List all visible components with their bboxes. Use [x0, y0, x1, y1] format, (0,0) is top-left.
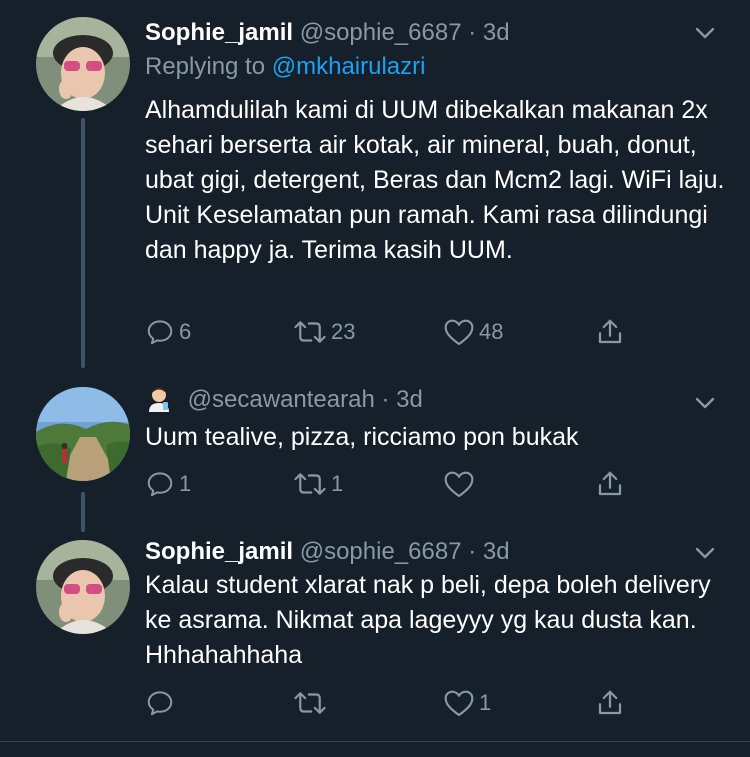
like-button[interactable]: 48	[443, 315, 503, 349]
timestamp[interactable]: 3d	[483, 19, 510, 46]
share-button[interactable]	[595, 315, 625, 349]
retweet-icon	[294, 321, 326, 343]
like-count: 1	[479, 690, 492, 715]
share-button[interactable]	[595, 467, 625, 501]
share-button[interactable]	[595, 686, 625, 720]
reply-button[interactable]	[145, 686, 179, 720]
separator-dot: ·	[468, 19, 477, 46]
like-count: 48	[479, 319, 504, 344]
timestamp[interactable]: 3d	[483, 538, 510, 565]
retweet-icon	[294, 692, 326, 714]
tweet[interactable]: Sophie_jamil @sophie_6687 · 3d Kalau stu…	[0, 538, 750, 728]
reply-button[interactable]: 1	[145, 467, 191, 501]
tweet-actions: 6 23 48	[145, 315, 645, 349]
chevron-down-icon[interactable]	[692, 390, 718, 416]
separator-dot: ·	[468, 538, 477, 565]
retweet-button[interactable]: 1	[293, 467, 343, 501]
retweet-count: 23	[331, 319, 356, 344]
share-icon	[598, 690, 622, 715]
avatar[interactable]	[36, 387, 130, 481]
reply-icon	[147, 472, 173, 497]
avatar[interactable]	[36, 540, 130, 634]
retweet-count: 1	[331, 471, 344, 496]
tweet-text: Kalau student xlarat nak p beli, depa bo…	[145, 571, 711, 669]
display-name[interactable]: Sophie_jamil	[145, 19, 293, 46]
tweet[interactable]: Sophie_jamil @sophie_6687 · 3d Replying …	[0, 15, 750, 360]
avatar[interactable]	[36, 17, 130, 111]
tweet-header: Sophie_jamil @sophie_6687 · 3d	[145, 532, 510, 572]
share-icon	[598, 319, 622, 344]
user-handle[interactable]: @sophie_6687	[300, 538, 462, 565]
separator-dot: ·	[381, 386, 390, 413]
user-handle[interactable]: @secawantearah	[188, 386, 375, 413]
divider	[0, 741, 750, 742]
tweet-text: Uum tealive, pizza, ricciamo pon bukak	[145, 423, 579, 451]
tweet-actions: 1 1	[145, 467, 645, 501]
share-icon	[598, 471, 622, 496]
replying-to-label: Replying to	[145, 53, 266, 80]
tweet-actions: 1	[145, 686, 645, 720]
heart-icon	[444, 319, 474, 346]
emoji-avatar-icon	[145, 384, 173, 412]
tweet-header: @secawantearah · 3d	[145, 380, 423, 420]
reply-count: 1	[179, 471, 192, 496]
timestamp[interactable]: 3d	[396, 386, 423, 413]
reply-icon	[147, 320, 173, 345]
retweet-button[interactable]: 23	[293, 315, 355, 349]
heart-icon	[444, 690, 474, 717]
mention-link[interactable]: @mkhairulazri	[272, 53, 426, 80]
tweet-text: Alhamdulilah kami di UUM dibekalkan maka…	[145, 96, 725, 264]
chevron-down-icon[interactable]	[692, 540, 718, 566]
reply-count: 6	[179, 319, 192, 344]
tweet-header: Sophie_jamil @sophie_6687 · 3d	[145, 13, 510, 53]
replying-to: Replying to @mkhairulazri	[145, 53, 425, 81]
like-button[interactable]: 1	[443, 686, 491, 720]
retweet-button[interactable]	[293, 686, 331, 720]
retweet-icon	[294, 473, 326, 495]
reply-button[interactable]: 6	[145, 315, 191, 349]
display-name[interactable]: Sophie_jamil	[145, 538, 293, 565]
chevron-down-icon[interactable]	[692, 20, 718, 46]
like-button[interactable]	[443, 467, 479, 501]
user-handle[interactable]: @sophie_6687	[300, 19, 462, 46]
heart-icon	[444, 471, 474, 498]
tweet[interactable]: @secawantearah · 3d Uum tealive, pizza, …	[0, 385, 750, 515]
reply-icon	[147, 691, 173, 716]
